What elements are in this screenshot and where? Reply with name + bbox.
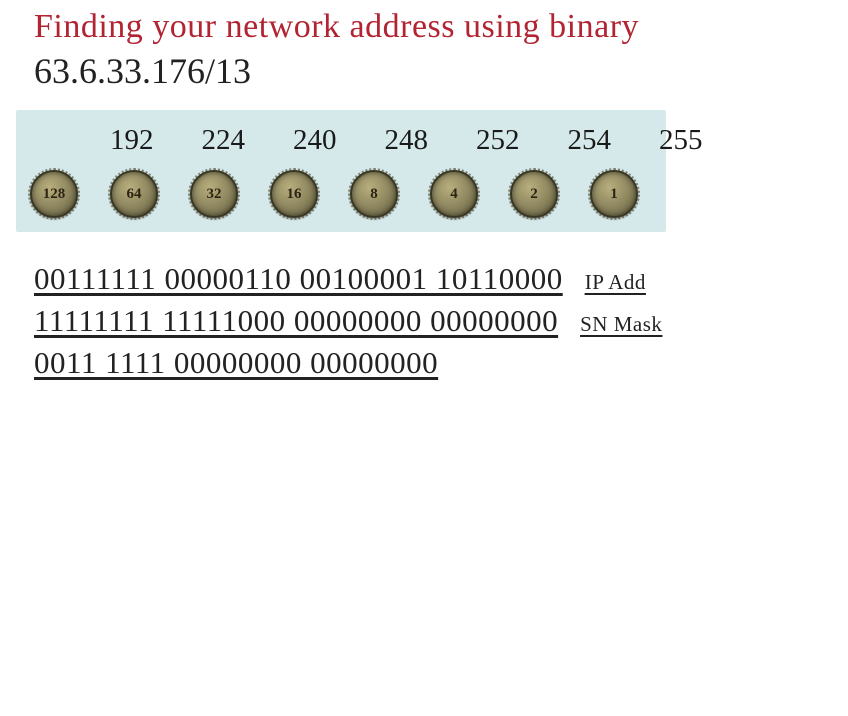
mask-val: 254 — [568, 124, 612, 157]
subnet-mask-binary-line: 11111111 11111000 00000000 00000000 SN M… — [34, 300, 848, 342]
bit-coin: 128 — [30, 170, 78, 218]
bit-coin: 1 — [590, 170, 638, 218]
cidr-address: 63.6.33.176/13 — [34, 50, 848, 92]
coin-row: 128 64 32 16 8 4 2 1 — [26, 170, 656, 218]
mask-val: 248 — [385, 124, 429, 157]
network-address-binary-line: 0011 1111 00000000 00000000 — [34, 342, 848, 384]
bit-coin: 2 — [510, 170, 558, 218]
page-title: Finding your network address using binar… — [34, 8, 848, 46]
mask-val: 240 — [293, 124, 337, 157]
mask-label: SN Mask — [580, 310, 662, 339]
bit-coin: 16 — [270, 170, 318, 218]
mask-val: 252 — [476, 124, 520, 157]
ip-binary: 00111111 00000110 00100001 10110000 — [34, 258, 563, 300]
bit-coin: 8 — [350, 170, 398, 218]
mask-binary: 11111111 11111000 00000000 00000000 — [34, 300, 558, 342]
mask-val: 224 — [202, 124, 246, 157]
bit-coin: 64 — [110, 170, 158, 218]
mask-value-row: 192 224 240 248 252 254 255 — [26, 120, 656, 160]
binary-block: 00111111 00000110 00100001 10110000 IP A… — [34, 258, 848, 384]
bit-coin: 32 — [190, 170, 238, 218]
bit-coin: 4 — [430, 170, 478, 218]
page: Finding your network address using binar… — [0, 0, 848, 384]
mask-val: 255 — [659, 124, 703, 157]
net-binary: 0011 1111 00000000 00000000 — [34, 342, 438, 384]
ip-label: IP Add — [585, 268, 646, 297]
bit-value-table: 192 224 240 248 252 254 255 128 64 32 16… — [16, 110, 666, 232]
mask-val: 192 — [110, 124, 154, 157]
ip-address-binary-line: 00111111 00000110 00100001 10110000 IP A… — [34, 258, 848, 300]
